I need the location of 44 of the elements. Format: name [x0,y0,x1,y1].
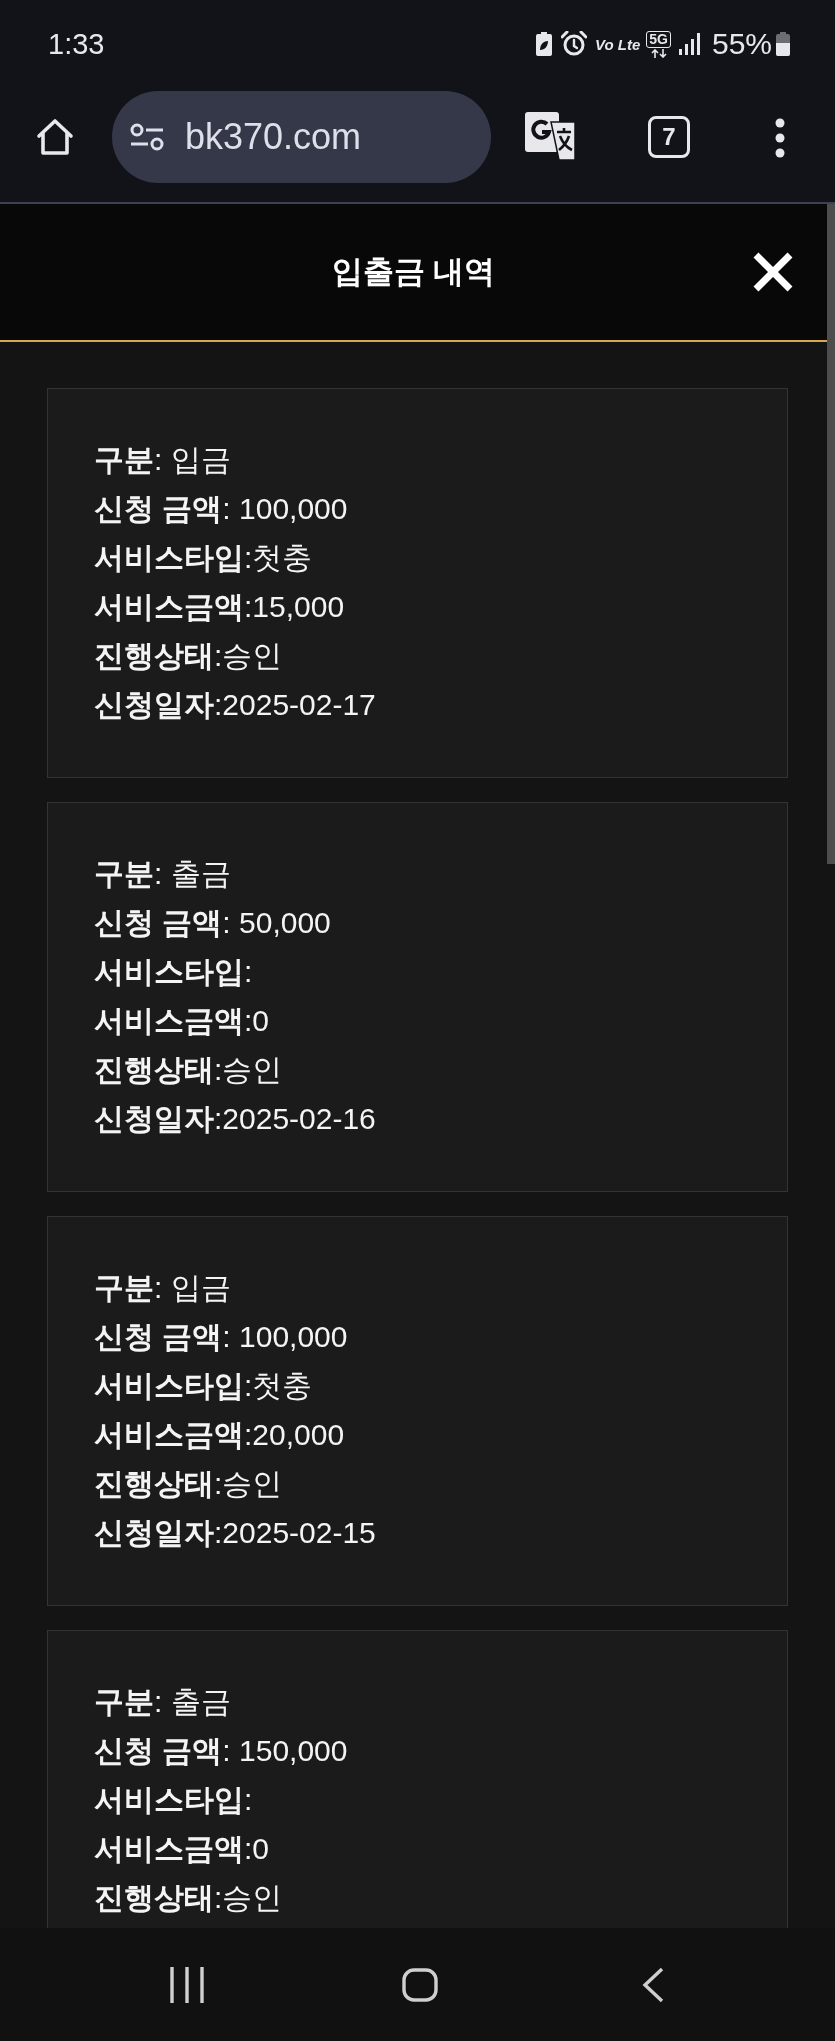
record-detail-line: 서비스타입:첫충 [94,540,314,576]
sliders-icon [130,123,164,151]
record-detail-line: 진행상태:승인 [94,638,284,674]
translate-icon[interactable] [525,112,577,162]
record-detail-line: 서비스금액:0 [94,1003,271,1039]
record-detail-line: 구분: 입금 [94,1270,232,1306]
battery-leaf-icon [536,32,552,56]
dialog-title: 입출금 내역 [331,253,496,291]
record-detail-line: 구분: 출금 [94,1684,232,1720]
address-bar[interactable]: bk370.com [112,91,491,183]
record-detail-line: 진행상태:승인 [94,1466,284,1502]
record-detail-line: 진행상태:승인 [94,1880,284,1916]
record-detail-line: 서비스금액:15,000 [94,589,346,625]
data-arrows-icon [650,48,667,58]
status-time: 1:33 [48,27,105,61]
battery-percent: 55% [711,27,772,61]
record-detail-line: 구분: 출금 [94,856,232,892]
record-detail-line: 신청 금액: 100,000 [94,491,349,527]
record-detail-line: 신청 금액: 50,000 [94,905,332,941]
volte-label: Vo Lte [595,35,641,53]
record-detail-line: 서비스타입:첫충 [94,1368,314,1404]
record-detail-line: 서비스금액:0 [94,1831,271,1867]
record-detail-line: 신청일자:2025-02-15 [94,1515,377,1551]
close-icon[interactable] [752,251,794,293]
home-icon[interactable] [35,117,75,157]
record-detail-line: 신청일자:2025-02-16 [94,1101,377,1137]
tab-count-button[interactable]: 7 [648,116,690,158]
record-detail-line: 서비스타입: [94,1782,254,1818]
record-detail-line: 서비스금액:20,000 [94,1417,346,1453]
menu-icon[interactable] [775,118,785,158]
back-icon[interactable] [641,1966,664,2003]
network-type-label: 5G [646,30,671,48]
record-detail-line: 진행상태:승인 [94,1052,284,1088]
alarm-clock-icon [561,31,587,57]
scrollbar-thumb[interactable] [827,204,835,864]
recent-apps-icon[interactable] [168,1966,205,2003]
record-detail-line: 서비스타입: [94,954,254,990]
record-detail-line: 신청 금액: 150,000 [94,1733,349,1769]
nav-home-icon[interactable] [401,1967,438,2002]
signal-bars-icon [678,33,701,55]
record-detail-line: 구분: 입금 [94,442,232,478]
record-detail-line: 신청일자:2025-02-17 [94,687,377,723]
record-detail-line: 신청 금액: 100,000 [94,1319,349,1355]
battery-icon [776,32,790,56]
